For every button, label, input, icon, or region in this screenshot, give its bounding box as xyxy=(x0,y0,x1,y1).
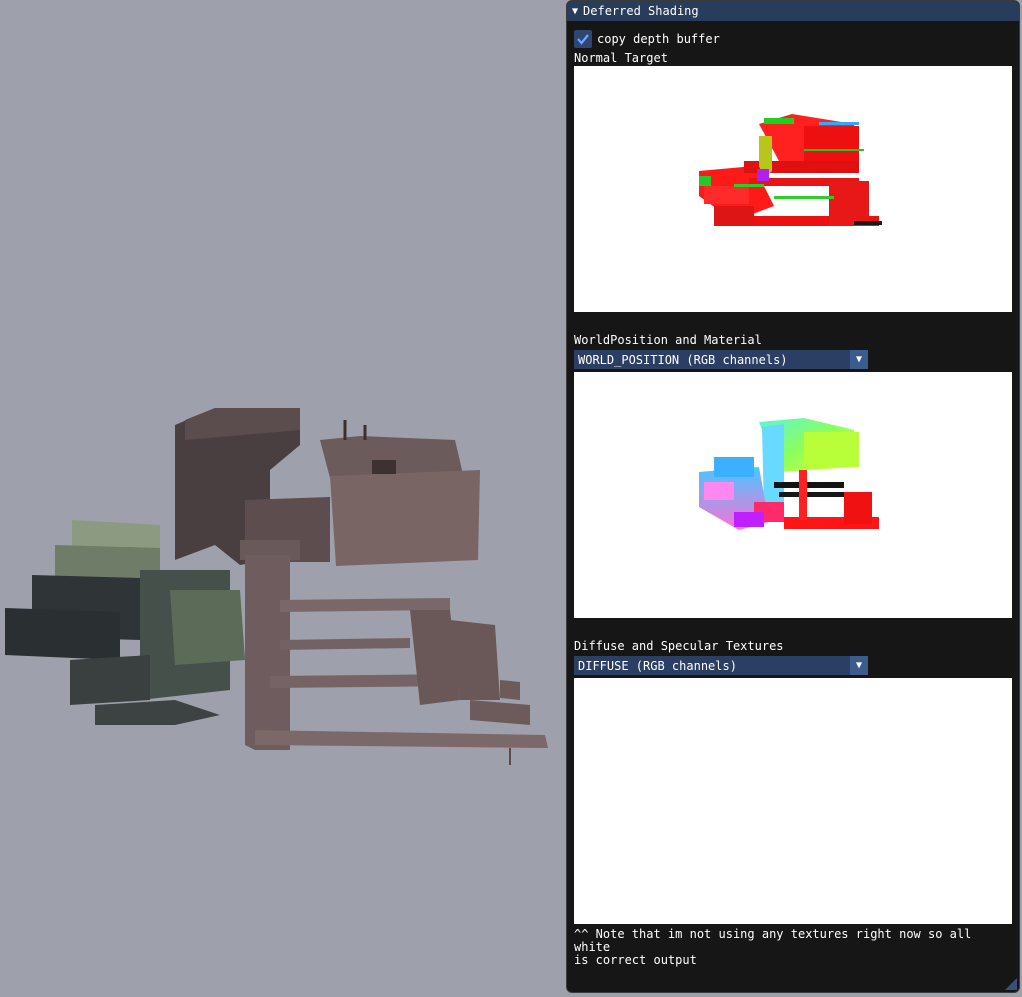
world-position-label: WorldPosition and Material xyxy=(574,333,762,347)
normal-geometry xyxy=(699,114,882,226)
world-position-render xyxy=(699,418,879,530)
normal-render xyxy=(699,114,882,226)
window-title: Deferred Shading xyxy=(583,4,699,18)
deferred-shading-window[interactable]: ▼ Deferred Shading copy depth buffer Nor… xyxy=(566,0,1020,993)
copy-depth-checkbox-row[interactable]: copy depth buffer xyxy=(574,28,1012,50)
note-text: ^^ Note that im not using any textures r… xyxy=(574,927,972,967)
diffuse-combo[interactable]: DIFFUSE (RGB channels) ▼ xyxy=(574,656,868,675)
diffuse-image xyxy=(574,678,1012,924)
checkmark-icon xyxy=(577,34,589,45)
scene-viewport[interactable] xyxy=(0,0,566,997)
diffuse-combo-value: DIFFUSE (RGB channels) xyxy=(578,658,737,673)
world-position-combo[interactable]: WORLD_POSITION (RGB channels) ▼ xyxy=(574,350,868,369)
chevron-down-icon[interactable]: ▼ xyxy=(850,350,868,369)
world-position-image xyxy=(574,372,1012,618)
normal-target-label: Normal Target xyxy=(574,51,668,65)
world-position-combo-value: WORLD_POSITION (RGB channels) xyxy=(578,352,788,367)
world-position-geometry xyxy=(699,418,879,530)
chevron-down-icon[interactable]: ▼ xyxy=(850,656,868,675)
copy-depth-checkbox[interactable] xyxy=(574,30,592,48)
window-titlebar[interactable]: ▼ Deferred Shading xyxy=(567,1,1019,21)
collapse-triangle-icon[interactable]: ▼ xyxy=(572,6,578,17)
copy-depth-label: copy depth buffer xyxy=(597,32,720,46)
scene-render xyxy=(5,408,548,765)
normal-target-image xyxy=(574,66,1012,312)
resize-grip-icon[interactable] xyxy=(1005,978,1017,990)
diffuse-specular-label: Diffuse and Specular Textures xyxy=(574,639,784,653)
